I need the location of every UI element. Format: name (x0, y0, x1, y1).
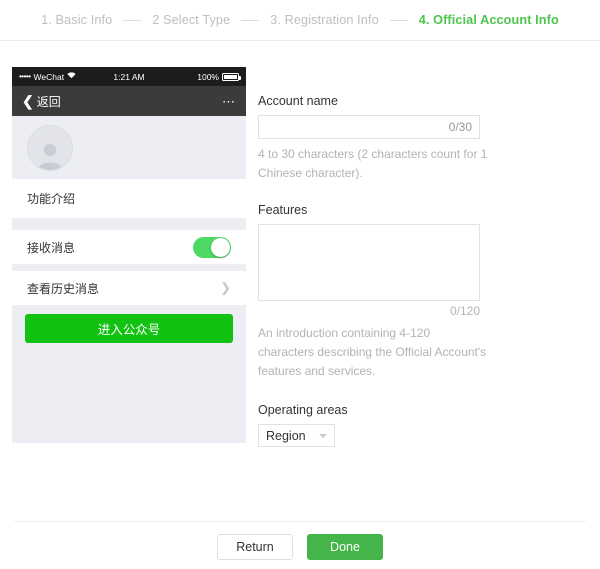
step-separator (123, 19, 142, 21)
step-indicator: 1. Basic Info 2 Select Type 3. Registrat… (0, 0, 600, 41)
step-item-basic-info[interactable]: 1. Basic Info (41, 13, 112, 27)
operating-areas-selected-value: Region (266, 428, 306, 443)
step-item-official-account-info[interactable]: 4. Official Account Info (419, 13, 559, 27)
phone-status-bar: ••••• WeChat 1:21 AM 100% (12, 67, 246, 86)
account-name-counter: 0/30 (448, 120, 472, 134)
operating-areas-select[interactable]: Region (258, 424, 335, 447)
status-time: 1:21 AM (113, 71, 145, 82)
features-help-text: An introduction containing 4-120 charact… (258, 326, 487, 378)
features-field-group: Features 0/120 An introduction containin… (258, 203, 490, 381)
phone-body: 功能介绍 接收消息 查看历史消息 ❯ 进入公众号 (12, 116, 246, 343)
phone-history-label: 查看历史消息 (27, 281, 100, 296)
return-button[interactable]: Return (217, 534, 293, 560)
receive-messages-toggle[interactable] (193, 236, 231, 258)
phone-enter-account-button[interactable]: 进入公众号 (25, 314, 233, 343)
chevron-left-icon: ❮ (22, 93, 34, 109)
account-name-label: Account name (258, 94, 338, 108)
step-item-select-type[interactable]: 2 Select Type (152, 13, 230, 27)
user-placeholder-icon (38, 143, 62, 170)
phone-gap (12, 264, 246, 271)
step-separator (241, 19, 260, 21)
phone-receive-messages-row[interactable]: 接收消息 (12, 230, 246, 264)
chevron-right-icon: ❯ (220, 280, 231, 295)
phone-back-label: 返回 (36, 94, 61, 109)
step-separator (389, 19, 408, 21)
page-root: 1. Basic Info 2 Select Type 3. Registrat… (0, 0, 600, 569)
step-item-registration-info[interactable]: 3. Registration Info (270, 13, 379, 27)
account-name-input[interactable]: 0/30 (258, 115, 480, 139)
phone-history-row[interactable]: 查看历史消息 ❯ (12, 271, 246, 305)
phone-enter-button-wrap: 进入公众号 (12, 305, 246, 343)
battery-percent-label: 100% (197, 71, 219, 82)
footer-divider (14, 521, 586, 522)
signal-dots-icon: ••••• (19, 71, 31, 81)
footer-actions: Return Done (0, 534, 600, 560)
phone-receive-messages-label: 接收消息 (27, 240, 76, 255)
avatar (27, 124, 73, 171)
phone-gap (12, 218, 246, 230)
wifi-icon (67, 72, 76, 81)
account-name-field-group: Account name 0/30 4 to 30 characters (2 … (258, 94, 490, 183)
avatar-block (12, 116, 246, 179)
done-button[interactable]: Done (307, 534, 383, 560)
chevron-down-icon (319, 433, 327, 438)
phone-intro-label: 功能介绍 (27, 192, 76, 206)
phone-nav-bar: ❮ 返回 ⋯ (12, 86, 246, 116)
battery-full-icon (222, 72, 241, 81)
operating-areas-label: Operating areas (258, 403, 348, 417)
features-counter: 0/120 (449, 304, 480, 318)
features-label: Features (258, 203, 308, 217)
account-name-help-text: 4 to 30 characters (2 characters count f… (258, 147, 488, 180)
features-textarea[interactable] (258, 224, 480, 301)
carrier-label: WeChat (33, 71, 65, 82)
phone-preview: ••••• WeChat 1:21 AM 100% ❮ 返回 ⋯ 功能介绍 接收… (12, 67, 246, 443)
phone-intro-row: 功能介绍 (12, 179, 246, 218)
phone-back-button[interactable]: ❮ 返回 (22, 93, 61, 110)
operating-areas-field-group: Operating areas Region (258, 403, 490, 447)
more-dots-icon[interactable]: ⋯ (222, 95, 236, 108)
registration-form: Account name 0/30 4 to 30 characters (2 … (258, 94, 490, 447)
